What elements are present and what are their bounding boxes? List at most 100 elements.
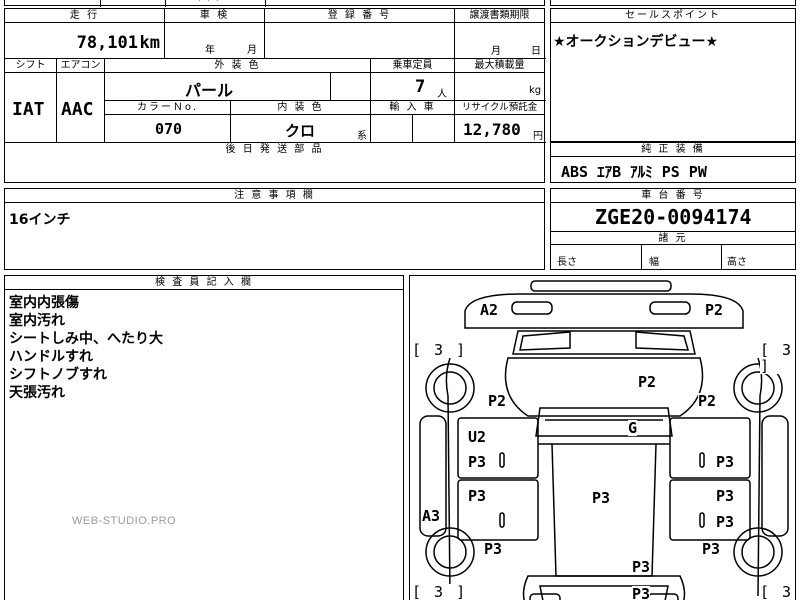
inspection-cell: 年 月 — [165, 23, 265, 59]
notes-header: 注 意 事 項 欄 — [5, 189, 544, 203]
damage-mark: A3 — [422, 507, 441, 525]
exterior-color-value: パール — [185, 81, 234, 100]
mileage-value: 78,101 — [76, 33, 138, 53]
car-diagram-box: [ 3 ] [ 3 ] [ 3 ] [ 3 ] A2 P2 P2 P2 P2 G… — [409, 275, 796, 600]
import-car-cell-b — [413, 115, 455, 143]
damage-bracket: [ 3 ] — [412, 583, 468, 600]
sales-point-box: セールスポイント ★オークションデビュー★ — [550, 8, 796, 142]
transfer-day-unit: 日 — [531, 46, 541, 57]
shift-value: IAT — [12, 99, 45, 120]
damage-mark: P2 — [698, 392, 717, 410]
watermark: WEB-STUDIO.PRO — [72, 515, 177, 527]
recycle-cell: 12,780 円 — [455, 115, 546, 143]
damage-mark: P3 — [632, 558, 651, 576]
damage-mark: P3 — [716, 513, 735, 531]
sales-point-text: ★オークションデビュー★ — [553, 34, 719, 50]
interior-color-cell: クロ 系 — [231, 115, 371, 143]
transfer-deadline-cell: 月 日 — [455, 23, 546, 59]
notes-text: 16インチ — [9, 212, 71, 228]
damage-mark: P2 — [638, 373, 657, 391]
inspector-line: シフトノブすれ — [9, 367, 107, 383]
max-load-unit: kg — [529, 85, 542, 96]
inspector-line: ハンドルすれ — [9, 349, 93, 365]
mileage-cell: 78,101 km — [5, 23, 165, 59]
capacity-unit: 人 — [437, 89, 447, 100]
sales-point-header: セールスポイント — [551, 9, 795, 23]
shift-header: シフト — [5, 59, 57, 73]
chassis-box: 車 台 番 号 ZGE20-0094174 諸 元 長さ 幅 高さ — [550, 188, 796, 270]
recycle-value: 12,780 — [463, 120, 521, 139]
options-value: ABS ｴｱB ｱﾙﾐ PS PW — [561, 163, 707, 181]
damage-mark: P3 — [468, 453, 487, 471]
notes-box: 注 意 事 項 欄 16インチ — [4, 188, 545, 270]
mileage-unit: km — [139, 33, 160, 53]
damage-mark: P3 — [632, 585, 651, 600]
dimensions-length-label: 長さ — [557, 257, 577, 268]
color-no-cell: 070 — [105, 115, 231, 143]
recycle-header: リサイクル預託金 — [455, 101, 544, 115]
top-strip-right — [550, 0, 796, 6]
damage-bracket: [ 3 ] — [412, 341, 468, 359]
interior-color-unit: 系 — [357, 131, 367, 142]
later-parts-cell — [4, 156, 545, 183]
registration-header: 登 録 番 号 — [265, 9, 455, 23]
damage-mark: P3 — [468, 487, 487, 505]
max-load-cell: kg — [455, 73, 546, 101]
aircon-value: AAC — [61, 99, 94, 120]
aircon-cell: AAC — [57, 73, 105, 143]
interior-color-value: クロ — [285, 122, 316, 140]
damage-mark: A2 — [480, 301, 499, 319]
max-load-header: 最大積載量 — [455, 59, 544, 73]
capacity-value: 7 — [415, 77, 426, 97]
shift-cell: IAT — [5, 73, 57, 143]
damage-mark: G — [628, 419, 638, 437]
options-box: 純 正 装 備 ABS ｴｱB ｱﾙﾐ PS PW — [550, 142, 796, 183]
color-no-header: カラーＮo. — [105, 101, 231, 115]
damage-bracket: [ 3 ] — [760, 584, 795, 600]
mileage-header: 走 行 — [5, 9, 165, 23]
damage-mark: P3 — [716, 453, 735, 471]
top-strip: ・・・ — [4, 0, 545, 7]
chassis-header: 車 台 番 号 — [551, 189, 795, 203]
inspector-line: 室内汚れ — [9, 313, 65, 329]
damage-mark: P2 — [705, 301, 724, 319]
damage-bracket: [ 3 ] — [760, 341, 795, 375]
top-fragment-text: ・・・ — [195, 0, 223, 6]
inspector-box: 検 査 員 記 入 欄 室内内張傷 室内汚れ シートしみ中、へたり大 ハンドルす… — [4, 275, 404, 600]
exterior-color-cell: パール — [105, 73, 331, 101]
recycle-unit: 円 — [533, 131, 543, 142]
registration-cell — [265, 23, 455, 59]
damage-mark: P3 — [592, 489, 611, 507]
chassis-value: ZGE20-0094174 — [595, 205, 752, 229]
transfer-month-unit: 月 — [491, 46, 501, 57]
options-header: 純 正 装 備 — [551, 143, 795, 157]
import-car-cell-a — [371, 115, 413, 143]
capacity-cell: 7 人 — [371, 73, 455, 101]
capacity-header: 乗車定員 — [371, 59, 455, 73]
dimensions-header: 諸 元 — [551, 231, 795, 245]
inspector-line: 天張汚れ — [9, 385, 65, 401]
inspector-lines: 室内内張傷 室内汚れ シートしみ中、へたり大 ハンドルすれ シフトノブすれ 天張… — [9, 294, 163, 402]
import-car-header: 輸 入 車 — [371, 101, 455, 115]
damage-mark: U2 — [468, 428, 487, 446]
vehicle-info-table: 走 行 車 検 登 録 番 号 譲渡書類期限 78,101 km 年 月 月 日… — [4, 8, 546, 158]
later-parts-header: 後 日 発 送 部 品 — [5, 143, 544, 157]
damage-mark: P3 — [702, 540, 721, 558]
exterior-color-extra-cell — [331, 73, 371, 101]
inspection-month-unit: 月 — [247, 45, 257, 56]
color-no-value: 070 — [155, 120, 183, 138]
damage-mark: P2 — [488, 392, 507, 410]
inspection-year-unit: 年 — [205, 45, 215, 56]
inspection-header: 車 検 — [165, 9, 265, 23]
damage-mark: P3 — [716, 487, 735, 505]
aircon-header: エアコン — [57, 59, 105, 73]
transfer-deadline-header: 譲渡書類期限 — [455, 9, 544, 23]
inspector-header: 検 査 員 記 入 欄 — [5, 276, 403, 290]
exterior-color-header: 外 装 色 — [105, 59, 371, 73]
inspector-line: 室内内張傷 — [9, 295, 79, 311]
dimensions-width-label: 幅 — [649, 257, 659, 268]
dimensions-height-label: 高さ — [727, 257, 747, 268]
interior-color-header: 内 装 色 — [231, 101, 371, 115]
damage-mark: P3 — [484, 540, 503, 558]
inspector-line: シートしみ中、へたり大 — [9, 331, 163, 347]
